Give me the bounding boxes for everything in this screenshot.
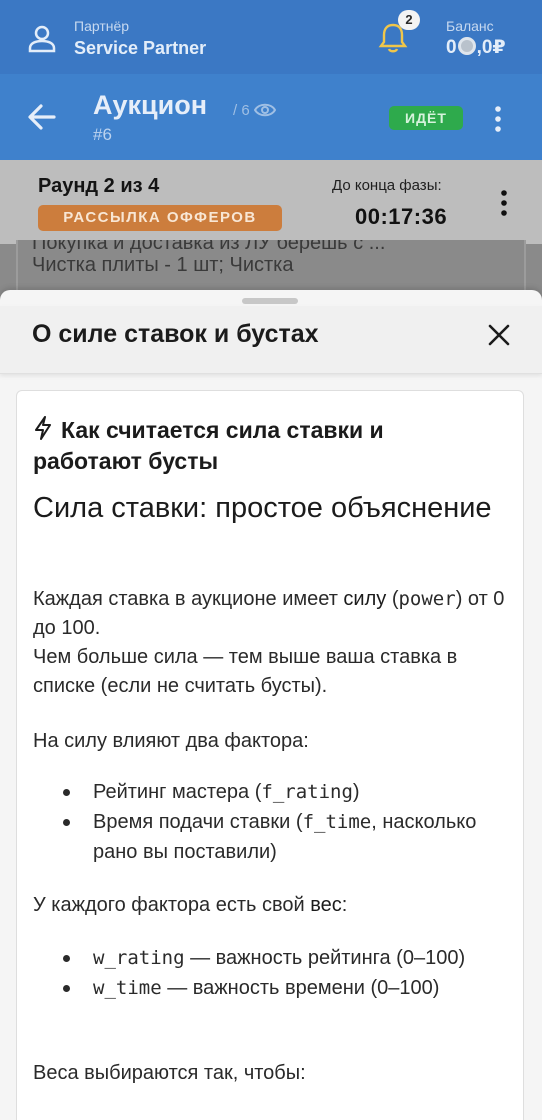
info-card: Как считается сила ставки и работают бус… (16, 390, 524, 1120)
factor-list: Рейтинг мастера (f_rating) Время подачи … (57, 777, 507, 867)
auction-id: #6 (93, 125, 112, 144)
text-run: ) (352, 781, 360, 803)
phase-badge: РАССЫЛКА ОФФЕРОВ (38, 205, 282, 231)
list-item: w_time — важность времени (0–100) (57, 973, 507, 1003)
lightning-icon (35, 416, 51, 440)
person-icon[interactable] (28, 24, 56, 54)
timer-label: До конца фазы: (332, 177, 442, 194)
close-icon[interactable] (484, 320, 514, 350)
balance-integer: 0 (446, 37, 457, 58)
code-inline: w_rating (93, 947, 185, 969)
notification-badge: 2 (398, 10, 420, 30)
coin-icon (457, 37, 476, 55)
code-inline: f_rating (261, 781, 353, 803)
order-text-line: Чистка плиты - 1 шт; Чистка (32, 254, 294, 276)
text-run: Время подачи ставки ( (93, 811, 303, 833)
code-inline: power (398, 588, 456, 610)
list-item: Рейтинг мастера (f_rating) (57, 777, 507, 807)
round-bar: Раунд 2 из 4 РАССЫЛКА ОФФЕРОВ До конца ф… (0, 160, 542, 244)
text-run: Чем больше сила — тем выше ваша ставка в… (33, 646, 458, 697)
subheading: Сила ставки: простое объяснение (33, 492, 492, 524)
more-vertical-icon[interactable] (488, 104, 508, 134)
text-run: — важность времени (0–100) (161, 977, 440, 999)
sheet-title: О силе ставок и бустах (32, 320, 319, 348)
auction-header: Аукцион / 6 #6 ИДЁТ (0, 74, 542, 160)
code-inline: w_time (93, 977, 162, 999)
text-run: У каждого фактора есть свой (33, 894, 311, 916)
code-inline: f_time (302, 811, 372, 833)
partner-name[interactable]: Service Partner (74, 38, 206, 59)
status-badge: ИДЁТ (389, 106, 463, 130)
list-item: Время подачи ставки (f_time, насколько р… (57, 807, 507, 867)
top-bar: Партнёр Service Partner 2 Баланс 0 ,0₽ (0, 0, 542, 74)
paragraph: Каждая ставка в аукционе имеет силу (pow… (33, 585, 513, 701)
order-text-line: Покупка и доставка из ЛУ берёшь с ... (32, 240, 386, 254)
section-heading: Как считается сила ставки и работают бус… (33, 415, 493, 477)
paragraph: Веса выбираются так, чтобы: (33, 1062, 306, 1084)
drag-handle[interactable] (242, 298, 298, 304)
round-more-icon[interactable] (494, 188, 514, 218)
bottom-sheet: О силе ставок и бустах Как считается сил… (0, 290, 542, 1120)
round-title: Раунд 2 из 4 (38, 175, 160, 197)
back-arrow-icon[interactable] (26, 102, 58, 132)
page-title: Аукцион (93, 90, 208, 120)
paragraph: У каждого фактора есть свой вес: (33, 891, 513, 920)
text-run: Рейтинг мастера ( (93, 781, 262, 803)
text-run: — важность рейтинга (0–100) (184, 947, 466, 969)
text-run: : (341, 894, 348, 916)
balance-label: Баланс (446, 18, 494, 34)
emphasis: силу (343, 588, 387, 610)
partner-label: Партнёр (74, 18, 130, 34)
balance-value[interactable]: 0 ,0₽ (446, 36, 506, 59)
sheet-header: О силе ставок и бустах (0, 306, 542, 374)
text-run: ( (386, 588, 399, 610)
section-heading-text: Как считается сила ставки и работают бус… (33, 417, 384, 474)
paragraph: На силу влияют два фактора: (33, 730, 309, 752)
list-item: w_rating — важность рейтинга (0–100) (57, 943, 507, 973)
emphasis: вес (310, 894, 342, 916)
weights-list: w_rating — важность рейтинга (0–100) w_t… (57, 943, 507, 1003)
viewers-count: / 6 (233, 102, 276, 119)
eye-icon (253, 103, 276, 117)
timer-value: 00:17:36 (355, 204, 448, 229)
viewers-text: / 6 (233, 102, 250, 119)
balance-fraction: ,0₽ (476, 37, 506, 58)
text-run: Каждая ставка в аукционе имеет (33, 588, 344, 610)
